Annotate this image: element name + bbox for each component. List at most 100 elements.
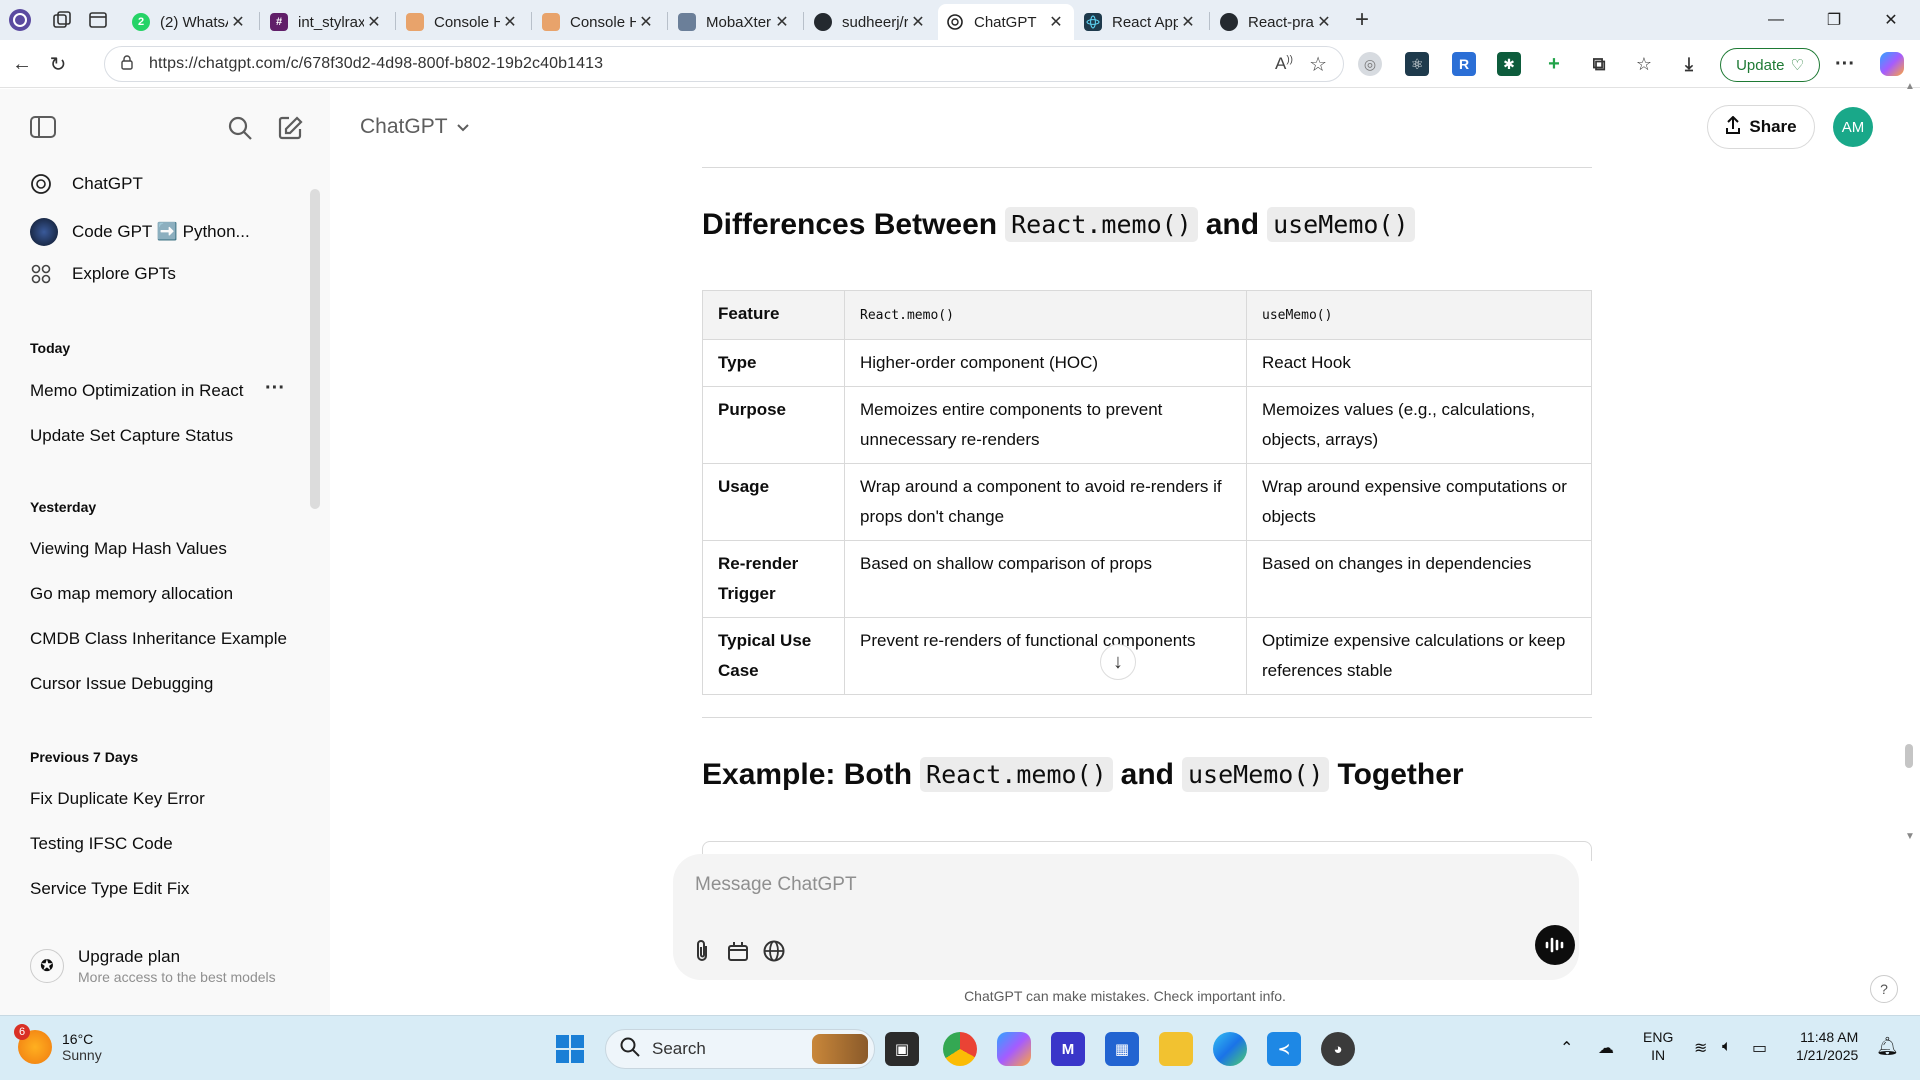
close-tab-icon[interactable]: ✕ [364,12,384,32]
table-row: Typical Use Case Prevent re-renders of fu… [702,617,1592,695]
edge-icon[interactable] [1213,1032,1247,1066]
sidebar-item-code-gpt[interactable]: Code GPT ➡️ Python... [30,218,250,246]
favorites-icon[interactable]: ☆ [1632,52,1656,76]
toggle-sidebar-icon[interactable] [30,116,56,143]
close-tab-icon[interactable]: ✕ [908,12,928,32]
language-indicator[interactable]: ENG IN [1643,1028,1673,1064]
minimize-icon[interactable]: — [1747,0,1805,40]
workspaces-icon[interactable] [48,6,76,34]
help-icon[interactable]: ? [1870,975,1898,1003]
share-button[interactable]: Share [1707,105,1815,149]
disclaimer: ChatGPT can make mistakes. Check importa… [964,988,1286,1004]
chat-options-icon[interactable]: ··· [265,377,285,400]
restore-icon[interactable]: ❐ [1805,0,1863,40]
add-extension-icon[interactable]: + [1542,52,1566,76]
scroll-down-arrow-icon[interactable]: ▼ [1905,831,1915,842]
onedrive-icon[interactable]: ☁ [1598,1038,1614,1058]
close-window-icon[interactable]: ✕ [1862,0,1920,40]
tab-chatgpt[interactable]: ChatGPT ✕ [938,4,1074,40]
tab-console-home-1[interactable]: Console Hom✕ [398,4,528,40]
new-tab-icon[interactable]: + [1348,6,1376,34]
copilot-icon[interactable] [997,1032,1031,1066]
section-heading-previous-7-days: Previous 7 Days [30,749,139,765]
globe-icon[interactable] [761,938,787,964]
close-tab-icon[interactable]: ✕ [1178,12,1198,32]
update-button[interactable]: Update ♡ [1720,48,1820,82]
taskbar-search[interactable]: Search [605,1029,875,1069]
tab-whatsapp[interactable]: 2 (2) WhatsApp✕ [124,4,256,40]
clock[interactable]: 11:48 AM 1/21/2025 [1796,1028,1858,1064]
chat-item-go-map[interactable]: Go map memory allocation [30,584,233,604]
r-extension-icon[interactable]: R [1452,52,1476,76]
chat-item-duplicate-key[interactable]: Fix Duplicate Key Error [30,789,205,809]
downloads-icon[interactable]: ⤓ [1677,52,1701,76]
read-aloud-icon[interactable]: A)) [1275,54,1293,74]
battery-icon[interactable]: ▭ [1752,1038,1767,1058]
sidebar-item-chatgpt[interactable]: ChatGPT [30,173,143,195]
profile-icon[interactable] [6,6,34,34]
wifi-icon[interactable]: ≋ [1694,1038,1707,1058]
chat-item-memo-optimization[interactable]: Memo Optimization in React [30,381,244,401]
search-icon[interactable] [227,115,253,146]
visual-studio-icon[interactable]: M [1051,1032,1085,1066]
slack-icon: # [270,13,288,31]
chat-item-cursor[interactable]: Cursor Issue Debugging [30,674,213,694]
new-chat-icon[interactable] [277,115,303,146]
gamepad-icon[interactable]: ◕ [1321,1032,1355,1066]
tab-react-practice[interactable]: React-practic✕ [1212,4,1342,40]
close-tab-icon[interactable]: ✕ [228,12,248,32]
chrome-icon[interactable] [943,1032,977,1066]
chat-item-map-hash[interactable]: Viewing Map Hash Values [30,539,227,559]
chat-item-cmdb[interactable]: CMDB Class Inheritance Example [30,629,287,649]
chat-item-ifsc[interactable]: Testing IFSC Code [30,834,173,854]
react-devtools-icon[interactable]: ⚛ [1405,52,1429,76]
tab-actions-icon[interactable] [84,6,112,34]
scrollbar-thumb[interactable] [1905,744,1913,768]
tab-console-home-2[interactable]: Console Hom✕ [534,4,664,40]
tab-github-sudheerj[interactable]: sudheerj/reac✕ [806,4,936,40]
sidebar-scrollbar[interactable] [310,189,320,509]
notifications-icon[interactable]: 🔔︎ [1876,1036,1899,1057]
address-bar[interactable]: https://chatgpt.com/c/678f30d2-4d98-800f… [104,46,1344,82]
message-input[interactable]: Message ChatGPT [695,874,857,896]
windows-start-icon[interactable] [553,1032,587,1066]
upgrade-plan[interactable]: ✪ Upgrade plan More access to the best m… [30,947,276,985]
close-tab-icon[interactable]: ✕ [772,12,792,32]
tab-mobaxterm[interactable]: MobaXterm X✕ [670,4,800,40]
microsoft-store-icon[interactable]: ▦ [1105,1032,1139,1066]
close-tab-icon[interactable]: ✕ [636,12,656,32]
refresh-icon[interactable]: ↻ [42,48,74,80]
file-explorer-icon[interactable] [1159,1032,1193,1066]
avatar[interactable]: AM [1833,107,1873,147]
tools-icon[interactable] [725,938,751,964]
main-scrollbar[interactable]: ▲ ▼ [1898,81,1920,1015]
extensions-icon[interactable]: ⧉ [1587,52,1611,76]
model-selector[interactable]: ChatGPT [360,115,470,139]
copilot-icon[interactable] [1880,52,1904,76]
chat-item-service-type[interactable]: Service Type Edit Fix [30,879,189,899]
tab-react-app[interactable]: React App ✕ [1076,4,1206,40]
chat-item-update-set[interactable]: Update Set Capture Status [30,426,233,446]
close-tab-icon[interactable]: ✕ [500,12,520,32]
weather-widget[interactable]: 6 16°C Sunny [14,1024,102,1064]
site-info-icon[interactable] [119,54,135,75]
volume-icon[interactable]: 🔈︎ [1722,1038,1732,1056]
favorite-star-icon[interactable]: ☆ [1309,52,1327,77]
attach-icon[interactable] [689,938,715,964]
vscode-icon[interactable]: ≺ [1267,1032,1301,1066]
voice-mode-button[interactable] [1535,925,1575,965]
table-row: Usage Wrap around a component to avoid re… [702,463,1592,541]
message-composer[interactable]: Message ChatGPT [673,854,1579,980]
show-hidden-icons-icon[interactable]: ⌃ [1560,1038,1573,1058]
close-tab-icon[interactable]: ✕ [1314,12,1334,32]
tab-slack[interactable]: # int_stylrax (Cl✕ [262,4,392,40]
scroll-up-arrow-icon[interactable]: ▲ [1905,81,1915,92]
puzzle-extension-icon[interactable]: ✱ [1497,52,1521,76]
more-menu-icon[interactable]: ··· [1833,52,1857,76]
scroll-down-icon[interactable]: ↓ [1100,644,1136,680]
back-icon[interactable]: ← [6,48,38,80]
sidebar-item-explore-gpts[interactable]: Explore GPTs [30,263,176,285]
close-tab-icon[interactable]: ✕ [1046,12,1066,32]
extension-icon[interactable]: ◎ [1358,52,1382,76]
task-view-icon[interactable]: ▣ [885,1032,919,1066]
